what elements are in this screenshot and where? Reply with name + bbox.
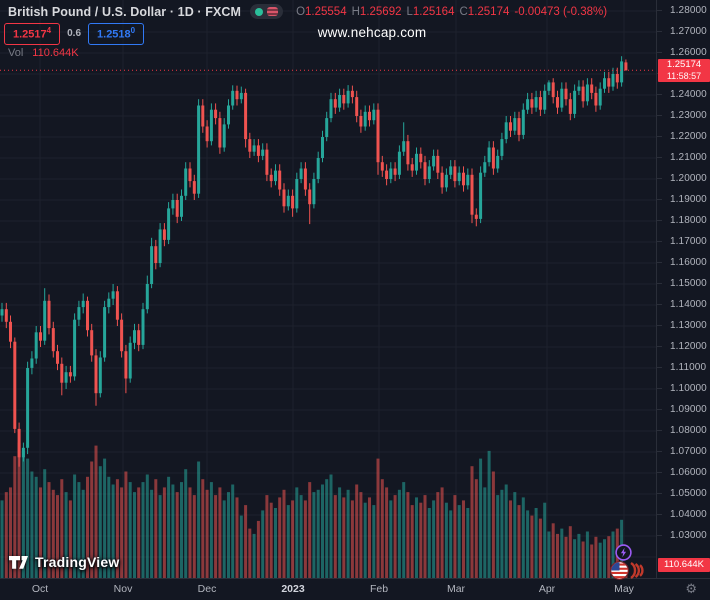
market-open-dot-icon bbox=[255, 8, 263, 16]
market-status-toggle[interactable] bbox=[250, 4, 283, 19]
volume-value: 110.644K bbox=[32, 47, 78, 59]
time-label: Feb bbox=[370, 583, 388, 595]
price-tick: 1.20000 bbox=[657, 173, 710, 184]
price-chart[interactable] bbox=[0, 0, 656, 578]
price-tick: 1.22000 bbox=[657, 131, 710, 142]
spread-label: 0.6 bbox=[67, 28, 81, 39]
price-tick: 1.03000 bbox=[657, 530, 710, 541]
price-tick: 1.19000 bbox=[657, 194, 710, 205]
delayed-data-icon bbox=[267, 7, 278, 16]
price-axis[interactable]: 1.280001.270001.260001.250001.240001.230… bbox=[656, 0, 710, 578]
price-tick: 1.08000 bbox=[657, 425, 710, 436]
last-price-label: 1.25174 11:58:57 bbox=[658, 59, 710, 82]
volume-label: Vol bbox=[8, 47, 23, 59]
price-tick: 1.04000 bbox=[657, 509, 710, 520]
price-tick: 1.05000 bbox=[657, 488, 710, 499]
price-tick: 1.10000 bbox=[657, 383, 710, 394]
settings-gear-icon[interactable]: ⚙ bbox=[685, 582, 697, 597]
countdown-timer: 11:58:57 bbox=[658, 71, 710, 82]
last-price-value: 1.25174 bbox=[667, 59, 701, 70]
price-tick: 1.11000 bbox=[657, 362, 710, 373]
time-label: Mar bbox=[447, 583, 465, 595]
time-label: 2023 bbox=[281, 583, 304, 595]
tradingview-logo-text: TradingView bbox=[35, 554, 119, 570]
volume-axis-label: 110.644K bbox=[658, 558, 710, 572]
price-tick: 1.14000 bbox=[657, 299, 710, 310]
watermark-text: www.nehcap.com bbox=[318, 25, 427, 40]
time-axis[interactable]: OctNovDec2023FebMarAprMay ⚙ bbox=[0, 578, 710, 600]
volume-legend: Vol 110.644K bbox=[8, 47, 79, 59]
ohlc-readout: O1.25554 H1.25692 L1.25164 C1.25174 -0.0… bbox=[296, 6, 607, 18]
time-label: Oct bbox=[32, 583, 48, 595]
price-tick: 1.09000 bbox=[657, 404, 710, 415]
change-value: -0.00473 (-0.38%) bbox=[514, 6, 607, 18]
tradingview-chart-window: 1.280001.270001.260001.250001.240001.230… bbox=[0, 0, 710, 600]
sell-bid-button[interactable]: 1.25174 bbox=[4, 23, 60, 45]
price-tick: 1.07000 bbox=[657, 446, 710, 457]
price-tick: 1.24000 bbox=[657, 89, 710, 100]
time-label: Dec bbox=[198, 583, 217, 595]
price-tick: 1.17000 bbox=[657, 236, 710, 247]
price-tick: 1.13000 bbox=[657, 320, 710, 331]
buy-ask-button[interactable]: 1.25180 bbox=[88, 23, 144, 45]
time-label: Apr bbox=[539, 583, 555, 595]
price-tick: 1.16000 bbox=[657, 257, 710, 268]
price-tick: 1.18000 bbox=[657, 215, 710, 226]
price-tick: 1.21000 bbox=[657, 152, 710, 163]
time-label: Nov bbox=[114, 583, 133, 595]
tradingview-logo-icon bbox=[8, 555, 29, 570]
price-tick: 1.06000 bbox=[657, 467, 710, 478]
price-tick: 1.26000 bbox=[657, 47, 710, 58]
price-tick: 1.28000 bbox=[657, 5, 710, 16]
price-tick: 1.23000 bbox=[657, 110, 710, 121]
us-flag-stream-icon[interactable] bbox=[609, 560, 649, 586]
quote-panel: 1.25174 0.6 1.25180 bbox=[4, 23, 144, 45]
candles bbox=[1, 56, 628, 467]
price-tick: 1.27000 bbox=[657, 26, 710, 37]
price-tick: 1.12000 bbox=[657, 341, 710, 352]
price-tick: 1.15000 bbox=[657, 278, 710, 289]
chart-legend: British Pound / U.S. Dollar · 1D · FXCM … bbox=[8, 4, 607, 19]
tradingview-logo[interactable]: TradingView bbox=[8, 554, 119, 570]
symbol-title[interactable]: British Pound / U.S. Dollar · 1D · FXCM bbox=[8, 5, 241, 19]
